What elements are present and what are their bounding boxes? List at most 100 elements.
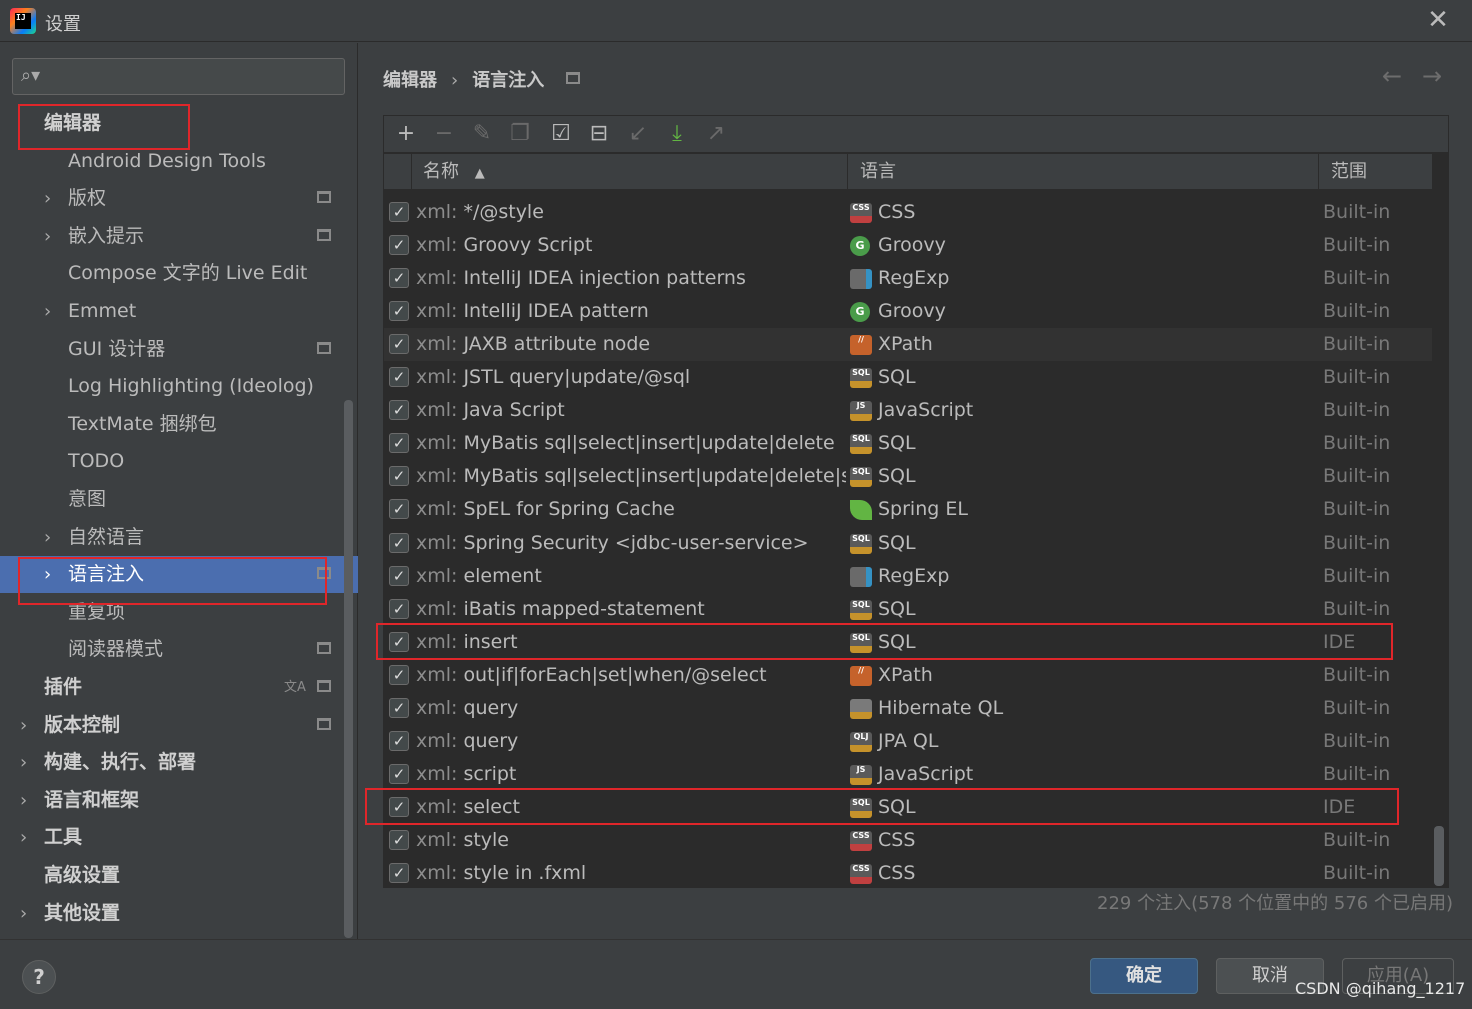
enabled-checkbox[interactable]: ✓	[389, 863, 409, 883]
breadcrumb-parent[interactable]: 编辑器	[383, 66, 437, 92]
chevron-right-icon[interactable]: ›	[44, 218, 51, 255]
column-header-language[interactable]: 语言	[848, 154, 1319, 190]
enabled-checkbox[interactable]: ✓	[389, 499, 409, 519]
edit-icon[interactable]: ✎	[468, 120, 496, 148]
sidebar-item[interactable]: › 其他设置	[0, 895, 344, 932]
sidebar-scrollbar[interactable]	[344, 400, 353, 938]
chevron-right-icon[interactable]: ›	[20, 744, 27, 781]
enabled-checkbox[interactable]: ✓	[389, 698, 409, 718]
breadcrumb-separator: ›	[451, 70, 459, 91]
chevron-right-icon[interactable]: ›	[20, 895, 27, 932]
sidebar-item[interactable]: Compose 文字的 Live Edit	[0, 255, 344, 292]
enabled-checkbox[interactable]: ✓	[389, 268, 409, 288]
enabled-checkbox[interactable]: ✓	[389, 367, 409, 387]
download-icon[interactable]: ⤓	[663, 120, 691, 148]
enabled-checkbox[interactable]: ✓	[389, 665, 409, 685]
export-icon[interactable]: ↗	[702, 120, 730, 148]
sidebar-item[interactable]: › 版本控制	[0, 707, 344, 744]
table-row[interactable]: ✓ xml: script JS JavaScript Built-in	[384, 758, 1432, 791]
sidebar-item[interactable]: TextMate 捆绑包	[0, 406, 344, 443]
sidebar-item[interactable]: TODO	[0, 443, 344, 480]
enable-all-icon[interactable]: ☑	[547, 120, 575, 148]
sidebar-item[interactable]: › Emmet	[0, 293, 344, 330]
sidebar-item[interactable]: 插件 文A	[0, 669, 344, 706]
enabled-checkbox[interactable]: ✓	[389, 202, 409, 222]
sidebar-item[interactable]: 高级设置	[0, 857, 344, 894]
table-row[interactable]: ✓ xml: iBatis mapped-statement SQL SQL Built-…	[384, 593, 1432, 626]
chevron-right-icon[interactable]: ›	[20, 782, 27, 819]
chevron-right-icon[interactable]: ›	[44, 180, 51, 217]
forward-arrow-icon[interactable]: →	[1422, 62, 1442, 90]
table-row[interactable]: ✓ xml: out|if|forEach|set|when/@select // XP…	[384, 659, 1432, 692]
back-arrow-icon[interactable]: ←	[1382, 62, 1402, 90]
enabled-checkbox[interactable]: ✓	[389, 400, 409, 420]
sidebar-item[interactable]: › 语言和框架	[0, 782, 344, 819]
sidebar-item[interactable]: › 自然语言	[0, 519, 344, 556]
enabled-checkbox[interactable]: ✓	[389, 632, 409, 652]
table-row[interactable]: ✓ xml: IntelliJ IDEA pattern G Groovy Built-i…	[384, 295, 1432, 328]
sidebar-item[interactable]: 意图	[0, 481, 344, 518]
table-row[interactable]: ✓ xml: query QLJ JPA QL Built-in	[384, 725, 1432, 758]
table-row[interactable]: ✓ xml: */@style CSS CSS Built-in	[384, 196, 1432, 229]
enabled-checkbox[interactable]: ✓	[389, 566, 409, 586]
table-row[interactable]: ✓ xml: style in .fxml CSS CSS Built-in	[384, 857, 1432, 887]
injection-name: xml: IntelliJ IDEA pattern	[416, 300, 649, 322]
chevron-right-icon[interactable]: ›	[44, 293, 51, 330]
enabled-checkbox[interactable]: ✓	[389, 235, 409, 255]
chevron-right-icon[interactable]: ›	[44, 556, 51, 593]
copy-icon[interactable]: ❐	[506, 120, 534, 148]
table-row[interactable]: ✓ xml: JSTL query|update/@sql SQL SQL Built-i…	[384, 361, 1432, 394]
add-icon[interactable]: +	[392, 120, 420, 148]
sidebar-item[interactable]: › 工具	[0, 819, 344, 856]
table-scrollbar[interactable]	[1434, 826, 1444, 886]
sidebar-item[interactable]: › 构建、执行、部署	[0, 744, 344, 781]
disable-all-icon[interactable]: ⊟	[585, 120, 613, 148]
sidebar-item[interactable]: 编辑器	[0, 105, 344, 142]
import-icon[interactable]: ↙	[624, 120, 652, 148]
table-row[interactable]: ✓ xml: Groovy Script G Groovy Built-in	[384, 229, 1432, 262]
enabled-checkbox[interactable]: ✓	[389, 334, 409, 354]
table-row[interactable]: ✓ xml: IntelliJ IDEA injection patterns Reg…	[384, 262, 1432, 295]
remove-icon[interactable]: −	[430, 120, 458, 148]
column-header-name[interactable]: 名称 ▲	[412, 154, 848, 190]
enabled-checkbox[interactable]: ✓	[389, 830, 409, 850]
sidebar-item[interactable]: GUI 设计器	[0, 331, 344, 368]
sidebar-item[interactable]: 阅读器模式	[0, 631, 344, 668]
table-row[interactable]: ✓ xml: Spring Security <jdbc-user-service>…	[384, 527, 1432, 560]
enabled-checkbox[interactable]: ✓	[389, 301, 409, 321]
table-row[interactable]: ✓ xml: select SQL SQL IDE	[384, 791, 1432, 824]
table-row[interactable]: ✓ xml: MyBatis sql|select|insert|update|de…	[384, 427, 1432, 460]
enabled-checkbox[interactable]: ✓	[389, 599, 409, 619]
table-row[interactable]: ✓ xml: insert SQL SQL IDE	[384, 626, 1432, 659]
enabled-checkbox[interactable]: ✓	[389, 533, 409, 553]
sidebar-item[interactable]: Android Design Tools	[0, 143, 344, 180]
help-button[interactable]: ?	[22, 960, 56, 994]
project-scope-icon	[317, 680, 331, 692]
sidebar-item[interactable]: › 语言注入	[0, 556, 358, 593]
settings-search-input[interactable]: ⌕▾	[12, 58, 345, 95]
sidebar-item[interactable]: › 版权	[0, 180, 344, 217]
sidebar-item[interactable]: 重复项	[0, 594, 344, 631]
chevron-right-icon[interactable]: ›	[20, 707, 27, 744]
table-row[interactable]: ✓ xml: query Hibernate QL Built-in	[384, 692, 1432, 725]
table-row[interactable]: ✓ xml: element RegExp Built-in	[384, 560, 1432, 593]
close-icon[interactable]: ✕	[1424, 6, 1452, 34]
sidebar-item[interactable]: Log Highlighting (Ideolog)	[0, 368, 344, 405]
table-row[interactable]: ✓ xml: SpEL for Spring Cache Spring EL Built…	[384, 493, 1432, 526]
column-header-scope[interactable]: 范围	[1319, 154, 1432, 190]
enabled-checkbox[interactable]: ✓	[389, 764, 409, 784]
table-row[interactable]: ✓ xml: Java Script JS JavaScript Built-in	[384, 394, 1432, 427]
chevron-right-icon[interactable]: ›	[44, 519, 51, 556]
ok-button[interactable]: 确定	[1090, 958, 1198, 994]
enabled-checkbox[interactable]: ✓	[389, 731, 409, 751]
sidebar-item[interactable]: › 嵌入提示	[0, 218, 344, 255]
table-row[interactable]: ✓ xml: style CSS CSS Built-in	[384, 824, 1432, 857]
chevron-right-icon[interactable]: ›	[20, 819, 27, 856]
enabled-checkbox[interactable]: ✓	[389, 797, 409, 817]
enabled-checkbox[interactable]: ✓	[389, 433, 409, 453]
table-row[interactable]: ✓ xml: MyBatis sql|select|insert|update|de…	[384, 460, 1432, 493]
sidebar-item-label: 编辑器	[44, 112, 102, 134]
table-row[interactable]: ✓ xml: JAXB attribute node // XPath Built-in	[384, 328, 1432, 361]
injection-scope: Built-in	[1323, 862, 1391, 884]
enabled-checkbox[interactable]: ✓	[389, 466, 409, 486]
